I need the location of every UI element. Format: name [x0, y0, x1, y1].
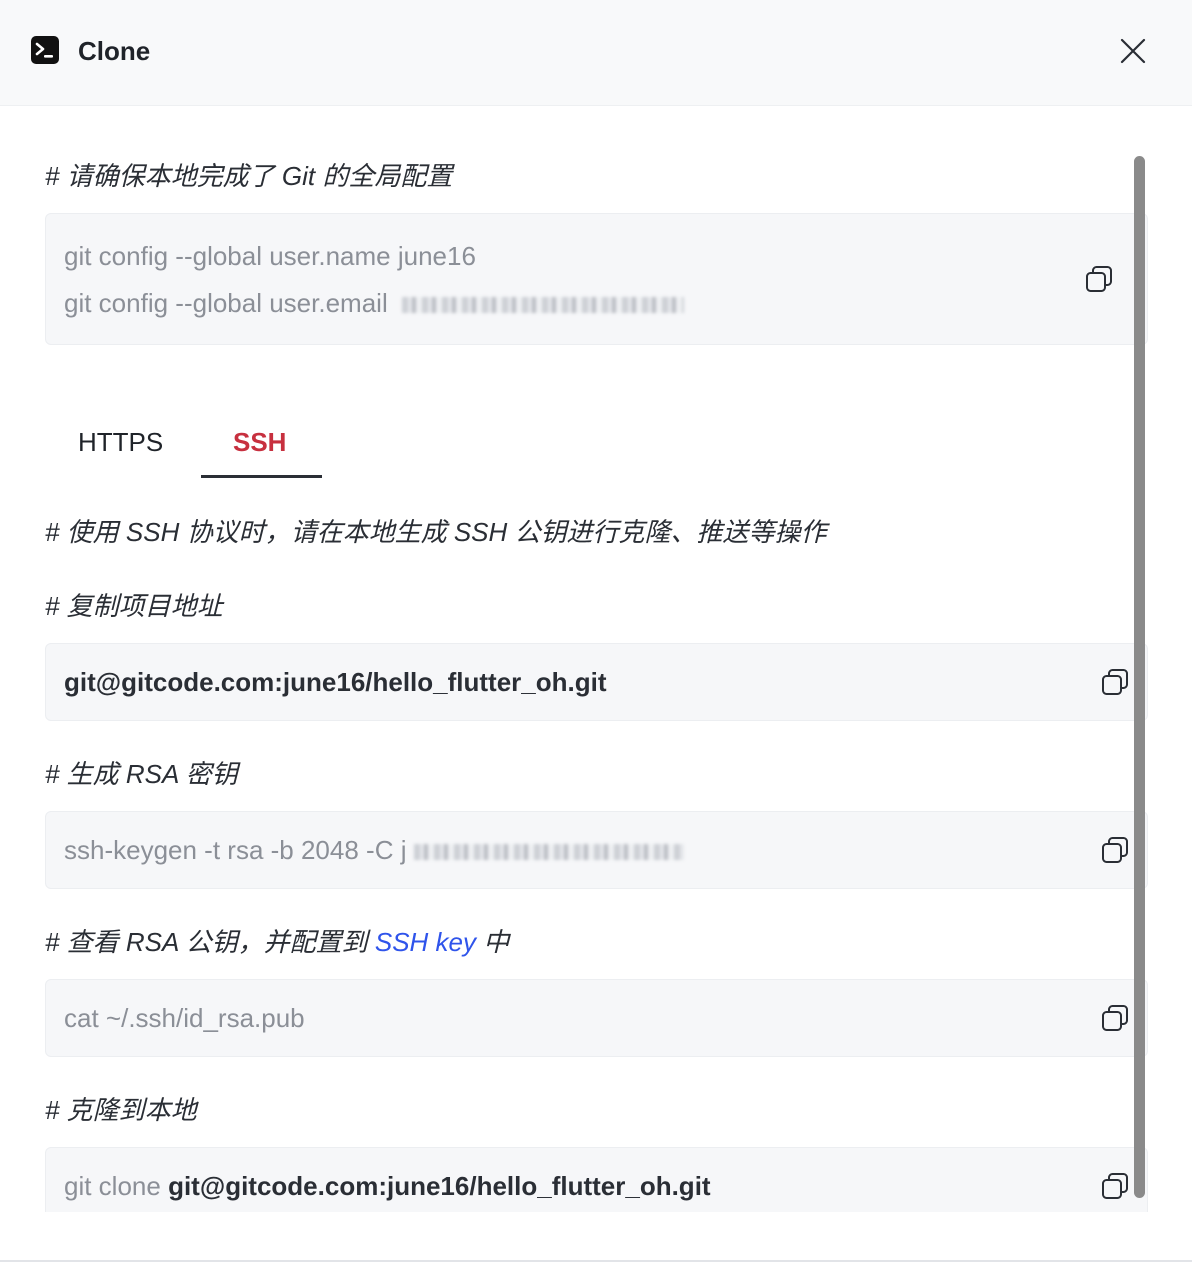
- copy-icon[interactable]: [1100, 1171, 1130, 1201]
- copy-icon[interactable]: [1100, 667, 1130, 697]
- tab-ssh[interactable]: SSH: [233, 424, 286, 460]
- ssh-intro-comment: # 使用 SSH 协议时，请在本地生成 SSH 公钥进行克隆、推送等操作: [45, 517, 827, 547]
- clone-address: git@gitcode.com:june16/hello_flutter_oh.…: [168, 1171, 711, 1201]
- git-config-name-line: git config --global user.name june16: [64, 241, 476, 271]
- view-key-comment-prefix: # 查看 RSA 公钥，并配置到: [45, 927, 375, 957]
- copy-icon[interactable]: [1100, 1003, 1130, 1033]
- cat-key-codebox: cat ~/.ssh/id_rsa.pub: [45, 979, 1148, 1057]
- redacted-email: [401, 297, 684, 314]
- git-config-codebox: git config --global user.name june16 git…: [45, 213, 1148, 345]
- cat-command: cat ~/.ssh/id_rsa.pub: [64, 1003, 305, 1033]
- active-tab-indicator: [201, 475, 322, 478]
- dialog-title: Clone: [78, 36, 151, 66]
- close-icon[interactable]: [1118, 36, 1148, 66]
- keygen-codebox: ssh-keygen -t rsa -b 2048 -C j: [45, 811, 1148, 889]
- git-config-comment: # 请确保本地完成了 Git 的全局配置: [45, 161, 453, 191]
- redacted-email: [414, 844, 685, 861]
- terminal-icon: [31, 36, 59, 64]
- ssh-address: git@gitcode.com:june16/hello_flutter_oh.…: [64, 667, 607, 697]
- view-key-comment: # 查看 RSA 公钥，并配置到 SSH key 中: [45, 925, 509, 959]
- clone-prefix: git clone: [64, 1171, 169, 1201]
- git-config-email-line: git config --global user.email: [64, 287, 684, 319]
- tab-https[interactable]: HTTPS: [78, 424, 163, 460]
- copy-address-comment: # 复制项目地址: [45, 591, 223, 621]
- ssh-key-link[interactable]: SSH key: [375, 927, 476, 957]
- clone-command-line: git clone git@gitcode.com:june16/hello_f…: [64, 1170, 711, 1202]
- git-config-email-prefix: git config --global user.email: [64, 288, 388, 318]
- view-key-comment-suffix: 中: [476, 927, 510, 957]
- keygen-command-line: ssh-keygen -t rsa -b 2048 -C j: [64, 834, 685, 866]
- copy-icon[interactable]: [1084, 264, 1114, 294]
- clone-comment: # 克隆到本地: [45, 1095, 197, 1125]
- copy-icon[interactable]: [1100, 835, 1130, 865]
- ssh-address-codebox: git@gitcode.com:june16/hello_flutter_oh.…: [45, 643, 1148, 721]
- dialog-footer: [0, 1212, 1192, 1262]
- dialog-header: Clone: [0, 0, 1192, 106]
- keygen-comment: # 生成 RSA 密钥: [45, 759, 238, 789]
- clone-dialog: Clone # 请确保本地完成了 Git 的全局配置 git config --…: [0, 0, 1192, 1262]
- keygen-command: ssh-keygen -t rsa -b 2048 -C j: [64, 835, 407, 865]
- vertical-scrollbar[interactable]: [1134, 156, 1145, 1198]
